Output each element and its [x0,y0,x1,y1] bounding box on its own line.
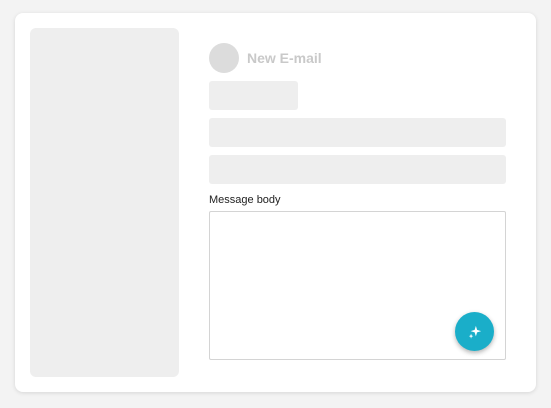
from-field-placeholder[interactable] [209,81,298,110]
message-body-label: Message body [209,194,281,206]
compose-card: New E-mail Message body [15,13,536,392]
avatar [209,43,239,73]
subject-field-placeholder[interactable] [209,155,506,184]
ai-assist-button[interactable] [455,312,494,351]
page-title: New E-mail [247,50,322,66]
compose-header: New E-mail [209,43,322,73]
sidebar-placeholder [30,28,179,377]
to-field-placeholder[interactable] [209,118,506,147]
sparkle-icon [468,325,481,339]
